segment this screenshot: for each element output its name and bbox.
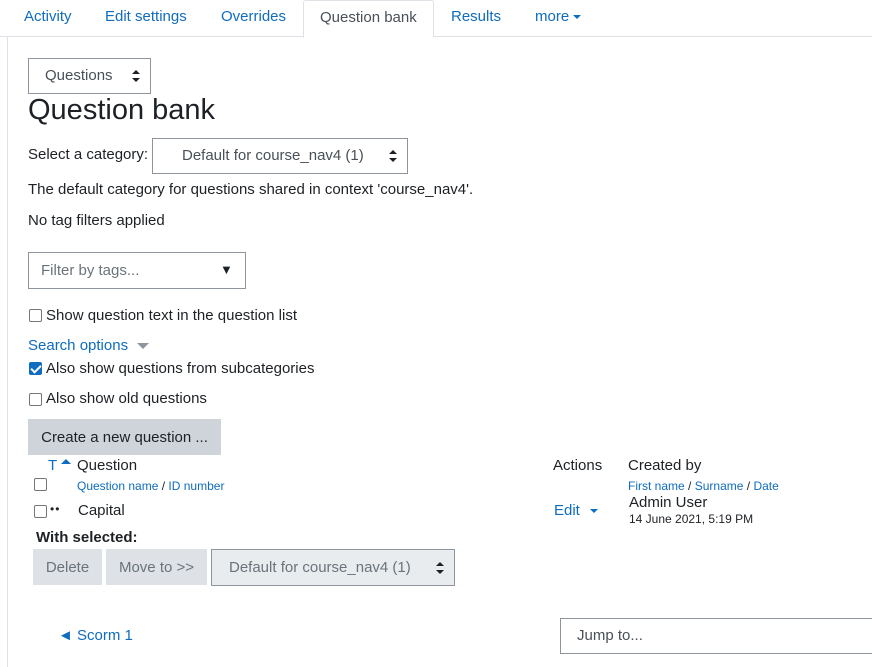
select-arrows-icon	[389, 150, 397, 162]
created-date: 14 June 2021, 5:19 PM	[629, 512, 754, 526]
tab-more-label: more	[535, 8, 570, 25]
dropdown-arrow-icon[interactable]: ▼	[220, 262, 233, 277]
create-question-button[interactable]: Create a new question ...	[28, 419, 221, 455]
jump-to-select[interactable]: Jump to...	[560, 618, 872, 654]
delete-button[interactable]: Delete	[33, 549, 102, 585]
tag-filter-input[interactable]: Filter by tags... ▼	[28, 252, 246, 289]
page-select[interactable]: Questions	[28, 58, 151, 94]
subcategories-label: Also show questions from subcategories	[46, 360, 315, 377]
sort-surname-link[interactable]: Surname	[695, 479, 744, 493]
content-border	[7, 36, 8, 667]
category-label: Select a category:	[28, 146, 149, 163]
search-options-link[interactable]: Search options	[28, 337, 150, 354]
category-description: The default category for questions share…	[28, 181, 474, 198]
page-title: Question bank	[28, 94, 216, 126]
sort-separator: /	[161, 479, 166, 493]
tab-overrides[interactable]: Overrides	[221, 0, 286, 37]
select-arrows-icon	[132, 70, 140, 82]
sort-separator: /	[746, 479, 751, 493]
tab-activity[interactable]: Activity	[24, 0, 72, 37]
move-target-value: Default for course_nav4 (1)	[229, 559, 411, 576]
sort-id-number-link[interactable]: ID number	[168, 479, 224, 493]
subcategories-checkbox[interactable]	[29, 362, 42, 375]
tab-edit-settings[interactable]: Edit settings	[105, 0, 187, 37]
actions-header: Actions	[553, 457, 603, 474]
sort-question-name-link[interactable]: Question name	[77, 479, 158, 493]
show-question-text-label: Show question text in the question list	[46, 307, 297, 324]
type-sort-header[interactable]: T	[48, 457, 72, 474]
old-questions-checkbox[interactable]	[29, 393, 42, 406]
previous-activity-link[interactable]: ◄ Scorm 1	[58, 627, 133, 644]
tab-bar: Activity Edit settings Overrides Questio…	[0, 0, 872, 38]
show-question-text-checkbox[interactable]	[29, 309, 42, 322]
sort-separator: /	[688, 479, 692, 493]
row-select-checkbox[interactable]	[34, 505, 47, 518]
move-to-button[interactable]: Move to >>	[106, 549, 207, 585]
tag-filter-placeholder: Filter by tags...	[41, 262, 140, 279]
category-select-value: Default for course_nav4 (1)	[182, 147, 364, 164]
tab-results[interactable]: Results	[451, 0, 501, 37]
select-all-checkbox[interactable]	[34, 478, 47, 491]
with-selected-label: With selected:	[36, 529, 138, 546]
sort-asc-icon	[61, 459, 72, 464]
question-header: Question	[77, 457, 138, 474]
search-options-label: Search options	[28, 337, 129, 354]
question-sort-links: Question name / ID number	[77, 479, 224, 493]
jump-to-value: Jump to...	[577, 627, 643, 644]
edit-menu-button[interactable]: Edit	[554, 502, 599, 519]
old-questions-label: Also show old questions	[46, 390, 207, 407]
collapse-caret-icon	[137, 343, 150, 350]
tab-question-bank[interactable]: Question bank	[303, 0, 434, 38]
select-arrows-icon	[436, 561, 444, 574]
created-by-sort-links: First name / Surname / Date	[628, 479, 779, 493]
chevron-down-icon	[590, 509, 599, 514]
type-sort-label: T	[48, 457, 57, 474]
table-row: •• Capital Edit Admin User 14 June 2021,…	[0, 494, 872, 530]
page-select-value: Questions	[45, 67, 113, 84]
edit-label: Edit	[554, 502, 580, 519]
tag-filter-status: No tag filters applied	[28, 212, 165, 229]
chevron-down-icon	[573, 15, 582, 20]
tab-more[interactable]: more	[535, 0, 582, 37]
move-target-select[interactable]: Default for course_nav4 (1)	[211, 549, 455, 586]
category-select[interactable]: Default for course_nav4 (1)	[152, 138, 408, 174]
sort-first-name-link[interactable]: First name	[628, 479, 685, 493]
multichoice-type-icon: ••	[50, 502, 61, 516]
created-by-header: Created by	[628, 457, 702, 474]
sort-date-link[interactable]: Date	[753, 479, 778, 493]
created-by-user: Admin User	[629, 494, 708, 511]
question-name: Capital	[78, 502, 125, 519]
